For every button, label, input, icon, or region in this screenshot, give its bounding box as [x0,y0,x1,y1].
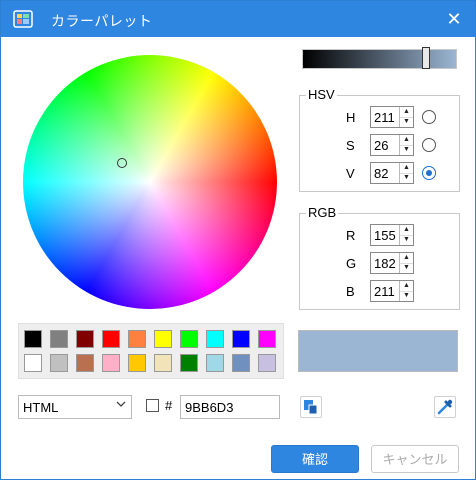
hsv-row-h: H 211 ▲ ▼ [300,106,459,130]
red-spin-buttons: ▲ ▼ [399,225,413,245]
hue-value[interactable]: 211 [374,110,395,125]
rgb-row-b: B 211 ▲ ▼ [300,280,459,304]
red-label: R [346,228,356,243]
swatch-steel-blue[interactable] [232,354,250,372]
hue-spin-buttons: ▲ ▼ [399,107,413,127]
format-select[interactable]: HTML [18,395,132,419]
hue-label: H [346,110,356,125]
hsv-row-v: V 82 ▲ ▼ [300,162,459,186]
value-slider[interactable] [302,47,457,69]
swatch-lime[interactable] [180,330,198,348]
ok-button[interactable]: 確認 [271,445,359,473]
hue-spinbox[interactable]: 211 ▲ ▼ [370,106,414,128]
palette-icon [13,9,33,29]
hsv-row-s: S 26 ▲ ▼ [300,134,459,158]
value-radio[interactable] [422,166,436,180]
rgb-group-title: RGB [306,205,339,220]
eyedropper-icon [435,399,455,421]
green-value[interactable]: 182 [374,256,396,271]
format-select-value[interactable]: HTML [23,400,58,415]
swatch-pink[interactable] [102,354,120,372]
hex-checkbox[interactable] [146,399,159,412]
hex-value[interactable]: 9BB6D3 [185,400,233,415]
swatch-maroon[interactable] [76,330,94,348]
saturation-label: S [346,138,355,153]
value-decrement-button[interactable]: ▼ [400,173,413,183]
green-spin-buttons: ▲ ▼ [399,253,413,273]
blue-spin-buttons: ▲ ▼ [399,281,413,301]
green-decrement-button[interactable]: ▼ [400,263,413,273]
chevron-down-icon[interactable] [115,398,127,413]
swatch-black[interactable] [24,330,42,348]
rgb-row-r: R 155 ▲ ▼ [300,224,459,248]
saturation-spin-buttons: ▲ ▼ [399,135,413,155]
value-slider-track[interactable] [303,50,456,68]
title-bar: カラーパレット ✕ [1,1,475,37]
swatch-green[interactable] [180,354,198,372]
copy-button[interactable] [300,396,322,418]
hsv-group: HSV H 211 ▲ ▼ S 26 ▲ ▼ V 82 ▲ ▼ [299,87,460,192]
red-value[interactable]: 155 [374,228,396,243]
value-label: V [346,166,355,181]
color-swatch-palette [18,323,284,379]
copy-icon [301,400,321,421]
red-decrement-button[interactable]: ▼ [400,235,413,245]
swatch-gray[interactable] [50,330,68,348]
swatch-gold[interactable] [128,354,146,372]
value-spin-buttons: ▲ ▼ [399,163,413,183]
swatch-lavender[interactable] [258,354,276,372]
rgb-row-g: G 182 ▲ ▼ [300,252,459,276]
saturation-value[interactable]: 26 [374,138,388,153]
hue-saturation-wheel[interactable] [23,55,277,309]
swatch-red[interactable] [102,330,120,348]
hue-decrement-button[interactable]: ▼ [400,117,413,127]
blue-decrement-button[interactable]: ▼ [400,291,413,301]
blue-spinbox[interactable]: 211 ▲ ▼ [370,280,414,302]
swatch-light-blue[interactable] [206,354,224,372]
green-spinbox[interactable]: 182 ▲ ▼ [370,252,414,274]
blue-label: B [346,284,355,299]
value-value[interactable]: 82 [374,166,388,181]
saturation-spinbox[interactable]: 26 ▲ ▼ [370,134,414,156]
wheel-selection-marker[interactable] [117,158,127,168]
blue-value[interactable]: 211 [374,284,395,299]
value-slider-thumb[interactable] [422,47,430,69]
close-icon[interactable]: ✕ [443,8,465,30]
value-spinbox[interactable]: 82 ▲ ▼ [370,162,414,184]
hex-input[interactable]: 9BB6D3 [180,395,280,419]
hsv-group-title: HSV [306,87,337,102]
cancel-button[interactable]: キャンセル [371,445,459,473]
saturation-decrement-button[interactable]: ▼ [400,145,413,155]
swatch-yellow[interactable] [154,330,172,348]
swatch-blue[interactable] [232,330,250,348]
color-wheel[interactable] [23,55,277,309]
green-label: G [346,256,357,271]
color-palette-dialog: カラーパレット ✕ HSV H 211 ▲ ▼ S 26 ▲ ▼ V 82 ▲ … [0,0,476,480]
swatch-cyan[interactable] [206,330,224,348]
eyedropper-button[interactable] [434,396,456,418]
hue-radio[interactable] [422,110,436,124]
swatch-orange[interactable] [128,330,146,348]
rgb-group: RGB R 155 ▲ ▼ G 182 ▲ ▼ B 211 ▲ ▼ [299,205,460,310]
saturation-radio[interactable] [422,138,436,152]
swatch-brown[interactable] [76,354,94,372]
hash-label: # [165,398,173,413]
swatch-silver[interactable] [50,354,68,372]
swatch-magenta[interactable] [258,330,276,348]
red-spinbox[interactable]: 155 ▲ ▼ [370,224,414,246]
swatch-cream[interactable] [154,354,172,372]
swatch-white[interactable] [24,354,42,372]
window-title: カラーパレット [51,13,153,29]
color-preview [298,330,458,372]
